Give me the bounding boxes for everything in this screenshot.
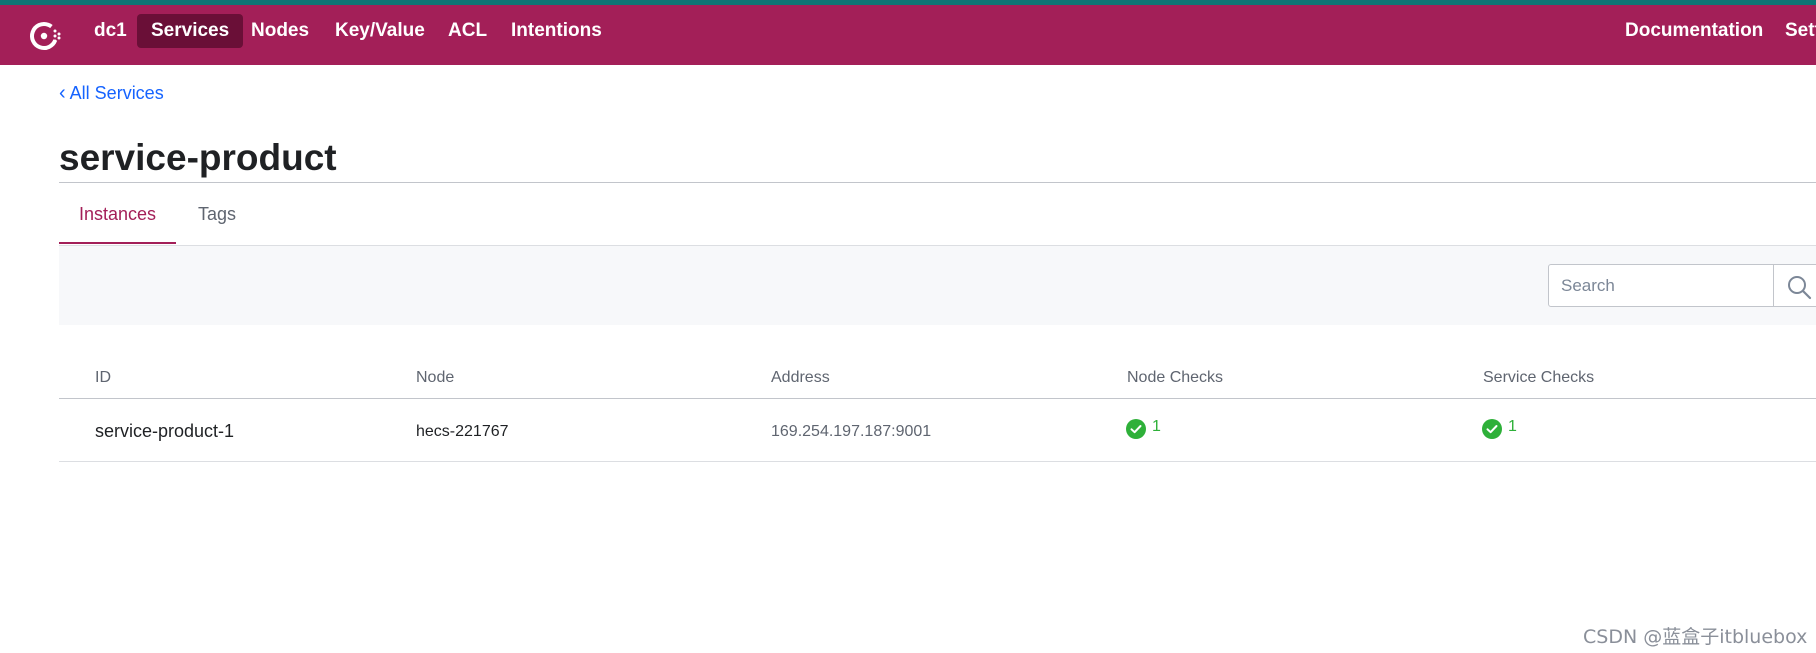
watermark: CSDN @蓝盒子itbluebox [1583, 626, 1808, 648]
instance-node: hecs-221767 [416, 423, 509, 440]
node-checks: 1 [1126, 418, 1161, 441]
nav-key-value[interactable]: Key/Value [321, 14, 439, 48]
check-circle-icon [1126, 419, 1146, 439]
table-row[interactable] [59, 399, 1816, 461]
table-row-divider [59, 461, 1816, 462]
nav-documentation[interactable]: Documentation [1611, 14, 1777, 48]
breadcrumb-all-services[interactable]: ‹ All Services [59, 82, 164, 105]
column-header-service-checks: Service Checks [1483, 369, 1595, 386]
top-navigation-bar: dc1 Services Nodes Key/Value ACL Intenti… [0, 0, 1816, 65]
column-header-node-checks: Node Checks [1127, 369, 1224, 386]
service-checks: 1 [1482, 418, 1517, 441]
chevron-left-icon: ‹ [59, 82, 66, 104]
check-circle-icon [1482, 419, 1502, 439]
tab-instances[interactable]: Instances [59, 184, 177, 244]
tab-tags[interactable]: Tags [178, 184, 256, 244]
nav-intentions[interactable]: Intentions [497, 14, 616, 48]
search-button[interactable] [1773, 265, 1816, 306]
title-divider [59, 182, 1816, 183]
service-checks-count: 1 [1508, 418, 1517, 435]
nav-settings[interactable]: Settings [1771, 14, 1816, 48]
breadcrumb-label: All Services [69, 83, 164, 103]
node-checks-count: 1 [1152, 418, 1161, 435]
search-input[interactable] [1549, 265, 1773, 306]
nav-nodes[interactable]: Nodes [237, 14, 323, 48]
nav-acl[interactable]: ACL [434, 14, 501, 48]
search-icon [1788, 276, 1812, 300]
column-header-id: ID [95, 369, 111, 386]
datacenter-selector[interactable]: dc1 [80, 14, 141, 48]
instance-id[interactable]: service-product-1 [95, 421, 234, 442]
instance-address: 169.254.197.187:9001 [771, 423, 932, 440]
page-title: service-product [59, 137, 337, 178]
nav-services[interactable]: Services [137, 14, 244, 48]
consul-logo-icon[interactable] [28, 18, 64, 54]
column-header-address: Address [771, 369, 830, 386]
search-box [1548, 264, 1816, 307]
column-header-node: Node [416, 369, 455, 386]
